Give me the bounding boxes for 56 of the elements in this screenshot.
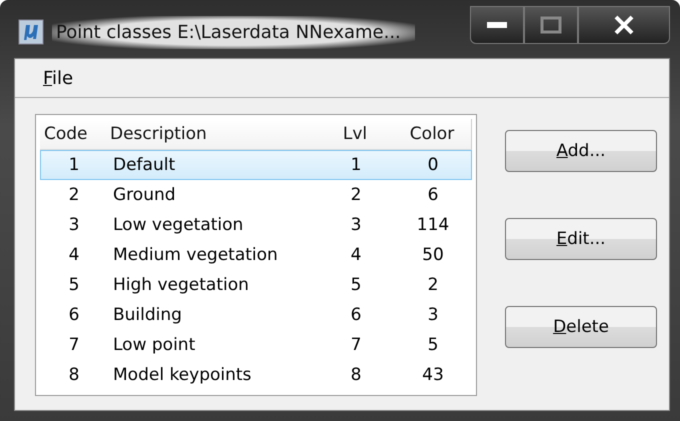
list-cell-text: 6 — [350, 305, 362, 325]
maximize-icon — [540, 16, 562, 34]
list-cell-text: 7 — [350, 335, 362, 355]
list-cell-text: 50 — [421, 245, 445, 265]
list-cell-text: 5 — [68, 275, 80, 295]
list-cell-text: 2 — [426, 275, 440, 295]
column-header[interactable]: Color — [390, 124, 474, 144]
list-cell-text: Low point — [112, 335, 196, 355]
list-row[interactable]: 5 High vegetation 5 2 — [40, 270, 472, 300]
list-cell-text: 8 — [68, 365, 80, 385]
list-row[interactable]: 7 Low point 7 5 — [40, 330, 472, 360]
list-cell-text: High vegetation — [112, 275, 250, 295]
list-row[interactable]: 3 Low vegetation 3 114 — [40, 210, 472, 240]
column-header[interactable]: Code — [40, 124, 106, 144]
app-icon — [18, 19, 44, 45]
list-cell-text: Default — [112, 155, 176, 175]
list-cell-text: Low vegetation — [112, 215, 244, 235]
list-cell-text: 1 — [68, 155, 80, 175]
maximize-button[interactable] — [524, 6, 578, 44]
column-header[interactable]: Lvl — [320, 124, 390, 144]
column-header[interactable]: Description — [106, 124, 320, 144]
list-row[interactable]: 6 Building 6 3 — [40, 300, 472, 330]
list-row[interactable]: 1 Default 1 0 — [40, 150, 472, 180]
list-cell-text: 2 — [68, 185, 80, 205]
list-cell-text: 6 — [426, 185, 440, 205]
list-cell-text: Ground — [112, 185, 177, 205]
list-cell-text: 1 — [350, 155, 362, 175]
list-cell-text: 6 — [68, 305, 80, 325]
minimize-icon — [486, 21, 508, 29]
list-cell-text: 3 — [350, 215, 362, 235]
list-cell-text: 8 — [350, 365, 362, 385]
list-cell-text: 3 — [68, 215, 80, 235]
dialog-button[interactable]: Delete — [505, 306, 657, 348]
list-cell-text: 7 — [68, 335, 80, 355]
list-cell-text: Medium vegetation — [112, 245, 279, 265]
list-cell-text: 5 — [350, 275, 362, 295]
list-cell-text: Model keypoints — [112, 365, 252, 385]
list-cell-text: 114 — [416, 215, 450, 235]
close-icon — [613, 15, 635, 35]
list-row[interactable]: 8 Model keypoints 8 43 — [40, 360, 472, 390]
list-cell-text: 43 — [421, 365, 445, 385]
list-cell-text: 5 — [426, 335, 440, 355]
list-cell-text: Building — [112, 305, 183, 325]
menu-item[interactable]: File — [39, 68, 78, 88]
dialog-button[interactable]: Edit... — [505, 218, 657, 260]
dialog-button[interactable]: Add... — [505, 130, 657, 172]
list-cell-text: 4 — [68, 245, 80, 265]
list-cell-text: 2 — [350, 185, 362, 205]
close-button[interactable] — [578, 6, 670, 44]
list-row[interactable]: 4 Medium vegetation 4 50 — [40, 240, 472, 270]
minimize-button[interactable] — [470, 6, 524, 44]
window-title: Point classes E:\Laserdata NNexame... — [52, 16, 415, 48]
list-cell-text: 0 — [426, 155, 440, 175]
list-cell-text: 4 — [350, 245, 362, 265]
list-row[interactable]: 2 Ground 2 6 — [40, 180, 472, 210]
list-cell-text: 3 — [426, 305, 440, 325]
